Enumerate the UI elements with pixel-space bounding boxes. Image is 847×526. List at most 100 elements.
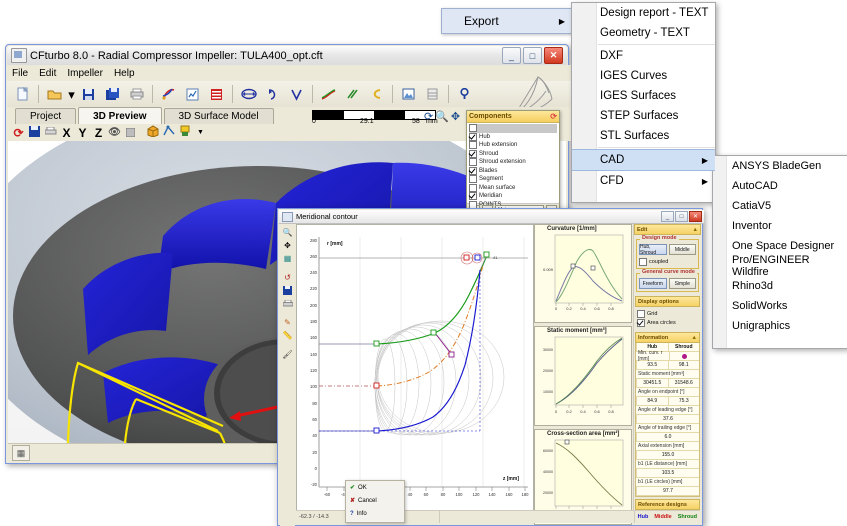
grid-icon[interactable] xyxy=(124,126,137,140)
cad-submenu[interactable]: ANSYS BladeGen AutoCAD CatiaV5 Inventor … xyxy=(712,155,847,349)
list-item[interactable]: Mean surface xyxy=(469,183,557,193)
edit-panel[interactable]: Edit ▲ Design mode Hub, Shroud Middle co… xyxy=(633,224,701,523)
menu-item-file[interactable]: File xyxy=(12,68,28,79)
tab-3d-surface-model[interactable]: 3D Surface Model xyxy=(163,108,274,124)
info-button[interactable]: ? Info xyxy=(346,507,404,520)
coupled-checkbox-row[interactable]: coupled xyxy=(639,258,696,266)
components-panel[interactable]: Components ⟳ Hub Hub extension Shroud Sh… xyxy=(466,110,560,216)
menu-item-geometry-text[interactable]: Geometry - TEXT xyxy=(572,23,715,43)
section-icon[interactable] xyxy=(162,125,175,140)
parallel-icon[interactable] xyxy=(341,83,364,105)
main-toolbar[interactable]: ▾ xyxy=(7,81,571,108)
cancel-button[interactable]: ✘ Cancel xyxy=(346,494,404,507)
axis-x-button[interactable]: X xyxy=(60,126,73,140)
open-folder-icon[interactable] xyxy=(43,83,66,105)
menu-item-iges-surfaces[interactable]: IGES Surfaces xyxy=(572,86,715,106)
menu-item-design-report[interactable]: Design report - TEXT xyxy=(572,3,715,23)
curve-green-icon[interactable] xyxy=(317,83,340,105)
menu-item-impeller[interactable]: Impeller xyxy=(67,68,103,79)
menu-item-cad[interactable]: CAD ▶ xyxy=(572,149,715,171)
list-item[interactable]: Segment xyxy=(469,175,557,184)
menu-item-rhino3d[interactable]: Rhino3d xyxy=(713,276,847,296)
undo-icon[interactable]: ↺ xyxy=(282,272,294,283)
help-icon[interactable] xyxy=(453,83,476,105)
dialog-buttons-panel[interactable]: ✔ OK ✘ Cancel ? Info xyxy=(345,480,405,523)
rotate-icon[interactable] xyxy=(261,83,284,105)
menu-item-one-space-designer[interactable]: One Space Designer xyxy=(713,236,847,256)
axis-z-button[interactable]: Z xyxy=(92,126,105,140)
static-moment-chart[interactable]: Static moment [mm³] 30000 20000 10000 0 0.2… xyxy=(534,326,632,426)
maximize-button[interactable]: □ xyxy=(675,211,688,222)
grid-icon[interactable]: ▦ xyxy=(282,253,294,264)
axis-y-button[interactable]: Y xyxy=(76,126,89,140)
meridional-contour-window[interactable]: Meridional contour _ □ ✕ 🔍 ✥ ▦ ↺ ✎ 📏 🖌 -… xyxy=(277,208,704,526)
export-popup-menu[interactable]: Design report - TEXT Geometry - TEXT DXF… xyxy=(571,2,716,203)
chevron-down-icon[interactable]: ▼ xyxy=(194,129,207,136)
menu-item-inventor[interactable]: Inventor xyxy=(713,216,847,236)
print-icon[interactable] xyxy=(44,126,57,140)
pan-icon[interactable]: ✥ xyxy=(451,110,460,123)
list-icon[interactable] xyxy=(421,83,444,105)
area-circles-checkbox-row[interactable]: Area circles xyxy=(637,319,698,327)
checkbox[interactable] xyxy=(469,183,477,192)
menu-item-stl-surfaces[interactable]: STL Surfaces xyxy=(572,126,715,146)
meridional-chart[interactable]: -20 0 20 40 60 80 100 120 140 160 180 200 220 240… xyxy=(296,224,534,511)
list-item[interactable]: Shroud xyxy=(469,149,557,159)
menu-item-iges-curves[interactable]: IGES Curves xyxy=(572,66,715,86)
reference-designs-header[interactable]: Reference designs xyxy=(635,499,700,510)
menu-item-edit[interactable]: Edit xyxy=(39,68,56,79)
list-item[interactable]: Blades xyxy=(469,166,557,176)
menu-item-ansys-bladegen[interactable]: ANSYS BladeGen xyxy=(713,156,847,176)
design-mode-middle-button[interactable]: Middle xyxy=(668,244,696,255)
curvature-chart[interactable]: Curvature [1/mm] 0.009 0 0.2 0.4 0.6 0.8 xyxy=(534,224,632,323)
edit-panel-header[interactable]: Edit ▲ xyxy=(634,224,701,235)
menu-item-solidworks[interactable]: SolidWorks xyxy=(713,296,847,316)
dimension-icon[interactable] xyxy=(237,83,260,105)
zoom-icon[interactable]: 🔍 xyxy=(282,227,294,238)
list-item[interactable]: Shroud extension xyxy=(469,158,557,167)
checkbox[interactable] xyxy=(637,310,645,318)
list-item[interactable]: Meridian xyxy=(469,192,557,201)
menu-bar[interactable]: File Edit Impeller Help xyxy=(7,65,572,81)
minimize-button[interactable]: _ xyxy=(502,47,521,64)
export-image-icon[interactable] xyxy=(397,83,420,105)
design-mode-hub-shroud-button[interactable]: Hub, Shroud xyxy=(639,244,667,256)
ruler-icon[interactable]: 📏 xyxy=(282,330,294,341)
menu-item-cfd[interactable]: CFD ▶ xyxy=(572,171,715,191)
checkbox[interactable] xyxy=(469,192,477,201)
checkbox[interactable] xyxy=(639,258,647,266)
curve-yellow-icon[interactable] xyxy=(365,83,388,105)
box-icon[interactable] xyxy=(146,125,159,140)
save-all-icon[interactable] xyxy=(101,83,124,105)
refresh-icon[interactable]: ⟳ xyxy=(12,126,25,140)
pan-icon[interactable]: ✥ xyxy=(282,240,294,251)
list-item[interactable]: Hub xyxy=(469,132,557,142)
report-icon[interactable] xyxy=(181,83,204,105)
checkbox[interactable] xyxy=(469,175,477,184)
zoom-icon[interactable]: 🔍 xyxy=(435,110,449,123)
menu-item-step-surfaces[interactable]: STEP Surfaces xyxy=(572,106,715,126)
information-header[interactable]: Information ▲ xyxy=(635,332,700,343)
display-options-header[interactable]: Display options xyxy=(635,296,700,307)
chevron-down-icon[interactable]: ▾ xyxy=(67,83,76,105)
list-item[interactable]: Hub extension xyxy=(469,141,557,150)
main-title-bar[interactable]: CFturbo 8.0 - Radial Compressor Impeller… xyxy=(7,46,567,66)
checkbox[interactable] xyxy=(469,124,477,133)
checkbox[interactable] xyxy=(469,149,477,158)
table-icon[interactable] xyxy=(205,83,228,105)
curve-mode-freeform-button[interactable]: Freeform xyxy=(639,278,667,289)
curve-mode-simple-button[interactable]: Simple xyxy=(668,278,696,289)
ok-button[interactable]: ✔ OK xyxy=(346,481,404,494)
menu-item-help[interactable]: Help xyxy=(114,68,135,79)
chevron-up-icon[interactable]: ▲ xyxy=(692,335,697,341)
vee-icon[interactable] xyxy=(285,83,308,105)
print-icon[interactable] xyxy=(125,83,148,105)
display-options-body[interactable]: Grid Area circles xyxy=(634,307,701,329)
color-icon[interactable] xyxy=(178,125,191,140)
save-icon[interactable] xyxy=(282,285,294,296)
window-controls[interactable]: _ □ ✕ xyxy=(661,211,704,222)
grid-checkbox-row[interactable]: Grid xyxy=(637,310,698,318)
chevron-up-icon[interactable]: ▲ xyxy=(693,227,698,233)
eye-icon[interactable]: 👁 xyxy=(108,127,121,138)
maximize-button[interactable]: □ xyxy=(523,47,542,64)
